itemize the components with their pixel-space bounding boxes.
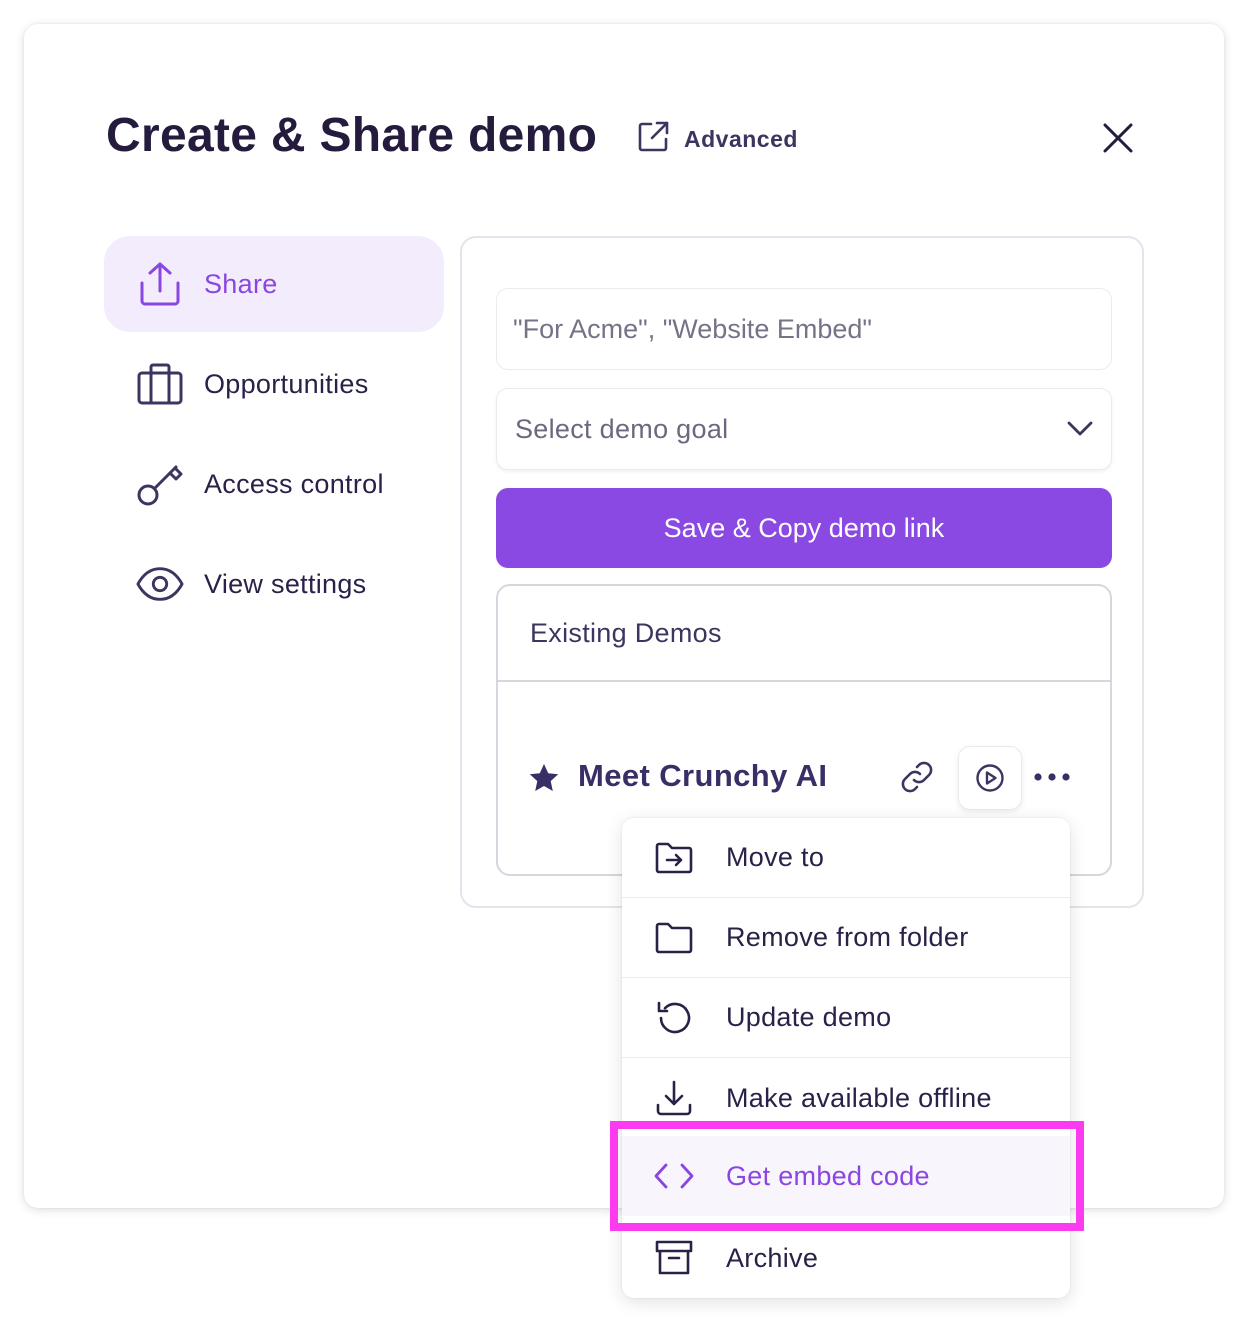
menu-item-label: Get embed code: [726, 1160, 930, 1191]
archive-icon: [654, 1238, 694, 1278]
star-icon[interactable]: [528, 762, 560, 799]
demo-goal-value: Select demo goal: [515, 413, 729, 444]
menu-item-label: Update demo: [726, 1002, 892, 1032]
existing-demos-header: Existing Demos: [498, 586, 1110, 682]
modal-title: Create & Share demo: [106, 109, 598, 162]
folder-icon: [654, 918, 694, 958]
download-icon: [654, 1078, 694, 1118]
save-copy-link-button[interactable]: Save & Copy demo link: [496, 488, 1112, 568]
folder-move-icon: [654, 838, 694, 878]
sidebar-item-label: View settings: [204, 568, 367, 599]
sidebar-item-label: Opportunities: [204, 368, 369, 399]
close-icon: [1103, 123, 1133, 153]
advanced-link[interactable]: Advanced: [636, 120, 798, 159]
menu-item-update-demo[interactable]: Update demo: [622, 978, 1070, 1058]
demo-options-menu: Move to Remove from folder Update demo M…: [622, 818, 1070, 1298]
menu-item-remove-from-folder[interactable]: Remove from folder: [622, 898, 1070, 978]
menu-item-archive[interactable]: Archive: [622, 1218, 1070, 1298]
menu-item-label: Make available offline: [726, 1082, 992, 1113]
chevron-down-icon: [1067, 421, 1093, 436]
refresh-icon: [654, 998, 694, 1038]
menu-item-make-available-offline[interactable]: Make available offline: [622, 1058, 1070, 1138]
link-icon[interactable]: [900, 760, 934, 799]
preview-demo-button[interactable]: [958, 746, 1022, 810]
sidebar-item-access-control[interactable]: Access control: [104, 436, 444, 532]
more-options-icon[interactable]: [1032, 760, 1072, 799]
sidebar-item-label: Access control: [204, 468, 384, 499]
share-panel: Select demo goal Save & Copy demo link E…: [460, 236, 1144, 908]
briefcase-icon: [136, 360, 184, 408]
menu-item-label: Remove from folder: [726, 922, 969, 952]
list-item[interactable]: Meet Crunchy AI: [498, 746, 1110, 812]
sidebar-item-label: Share: [204, 268, 278, 299]
demo-name: Meet Crunchy AI: [578, 758, 828, 793]
external-link-icon: [636, 120, 670, 159]
close-button[interactable]: [1096, 116, 1140, 160]
menu-item-label: Move to: [726, 842, 825, 872]
sidebar-item-opportunities[interactable]: Opportunities: [104, 336, 444, 432]
menu-item-get-embed-code[interactable]: Get embed code: [622, 1136, 1070, 1216]
key-icon: [136, 460, 184, 508]
sidebar-item-view-settings[interactable]: View settings: [104, 536, 444, 632]
sidebar-item-share[interactable]: Share: [104, 236, 444, 332]
eye-icon: [136, 560, 184, 608]
code-icon: [654, 1156, 694, 1196]
play-circle-icon: [976, 764, 1004, 792]
advanced-label: Advanced: [684, 126, 798, 152]
share-upload-icon: [136, 260, 184, 308]
demo-goal-select[interactable]: Select demo goal: [496, 388, 1112, 470]
demo-name-input[interactable]: [496, 288, 1112, 370]
menu-item-move-to[interactable]: Move to: [622, 818, 1070, 898]
menu-item-label: Archive: [726, 1242, 819, 1273]
